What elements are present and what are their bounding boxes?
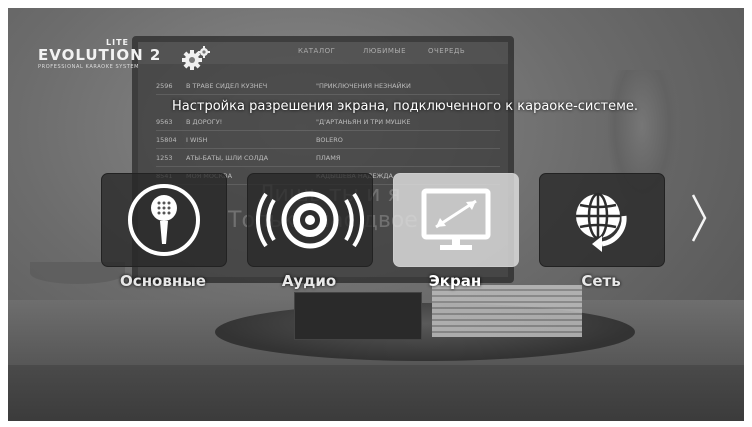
frame-border: [0, 0, 8, 427]
globe-network-icon: [576, 192, 627, 252]
background-song-row: 1253 АТЫ-БАТЫ, ШЛИ СОЛДА ПЛАМЯ: [156, 154, 500, 167]
menu-tile-screen[interactable]: [393, 173, 519, 267]
background-tab-catalog: КАТАЛОГ: [298, 47, 336, 55]
background-tab-queue: ОЧЕРЕДЬ: [428, 47, 466, 55]
logo-badge: LITE: [106, 38, 129, 47]
background-song-row: 15804 I WISH BOLERO: [156, 136, 500, 149]
frame-border: [744, 0, 752, 427]
background-song-row: 9563 В ДОРОГУ! "Д'АРТАНЬЯН И ТРИ МУШКЕ: [156, 118, 500, 131]
karaoke-settings-screen: КАТАЛОГ ЛЮБИМЫЕ ОЧЕРЕДЬ 2596 В ТРАВЕ СИДЕ…: [0, 0, 752, 427]
frame-border: [0, 421, 752, 427]
background-karaoke-device: [294, 292, 422, 340]
background-song-row: 2596 В ТРАВЕ СИДЕЛ КУЗНЕЧ "ПРИКЛЮЧЕНИЯ НЕЗ…: [156, 82, 500, 95]
setting-description: Настройка разрешения экрана, подключенно…: [172, 99, 639, 114]
microphone-icon: [128, 184, 200, 256]
menu-tile-audio[interactable]: [247, 173, 373, 267]
speaker-icon: [255, 191, 365, 249]
menu-label-screen: Экран: [428, 272, 482, 290]
frame-border: [0, 0, 752, 8]
menu-label-network: Сеть: [581, 272, 621, 290]
chevron-right-icon[interactable]: [690, 193, 708, 243]
background-books: [432, 285, 582, 337]
logo-subtitle: PROFESSIONAL KARAOKE SYSTEM: [38, 64, 140, 70]
background-floor: [0, 365, 752, 427]
background-tab-favorites: ЛЮБИМЫЕ: [363, 47, 406, 55]
app-logo: EVOLUTION 2 LITE PROFESSIONAL KARAOKE SY…: [38, 38, 166, 74]
monitor-resize-icon: [421, 188, 491, 250]
menu-label-general: Основные: [120, 272, 206, 290]
menu-tile-network[interactable]: [539, 173, 665, 267]
settings-gear-icon: [182, 46, 210, 70]
logo-title: EVOLUTION 2: [38, 46, 162, 64]
menu-label-audio: Аудио: [281, 272, 337, 290]
menu-tile-general[interactable]: [101, 173, 227, 267]
